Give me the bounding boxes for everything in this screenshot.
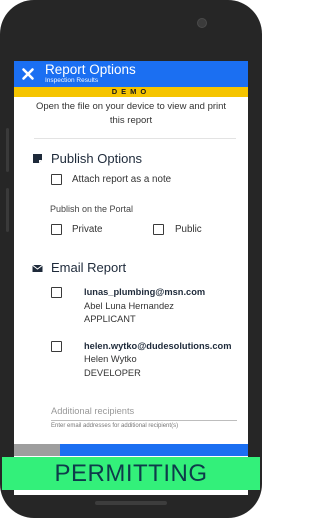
public-checkbox[interactable] — [153, 224, 164, 235]
portal-label: Publish on the Portal — [50, 204, 134, 214]
page-title: Report Options — [45, 62, 136, 77]
email-report-title: Email Report — [51, 260, 127, 275]
recipient-email: helen.wytko@dudesolutions.com — [84, 341, 232, 351]
app-screen: Report Options Inspection Results DEMO O… — [14, 61, 248, 495]
demo-badge: DEMO — [14, 87, 248, 97]
publish-options-title: Publish Options — [51, 151, 143, 166]
attach-note-checkbox[interactable] — [51, 174, 62, 185]
additional-recipients-hint: Enter email addresses for additional rec… — [51, 423, 179, 429]
cancel-button[interactable] — [14, 444, 60, 456]
home-indicator — [95, 501, 167, 505]
attach-note-label: Attach report as a note — [72, 174, 172, 185]
demo-note: Open the file on your device to view and… — [35, 101, 227, 126]
close-icon[interactable] — [20, 66, 36, 82]
note-icon — [33, 154, 42, 163]
side-button — [6, 128, 9, 172]
send-button[interactable] — [60, 444, 248, 456]
recipient-role: APPLICANT — [84, 314, 136, 324]
recipient-email: lunas_plumbing@msn.com — [84, 287, 206, 297]
phone-frame: Report Options Inspection Results DEMO O… — [0, 0, 262, 518]
recipient-name: Abel Luna Hernandez — [84, 301, 174, 311]
camera-icon — [197, 18, 207, 28]
page-subtitle: Inspection Results — [45, 77, 99, 84]
recipient-role: DEVELOPER — [84, 368, 141, 378]
recipient-checkbox[interactable] — [51, 341, 62, 352]
recipient-checkbox[interactable] — [51, 287, 62, 298]
additional-recipients-underline — [51, 420, 237, 421]
permitting-banner: PERMITTING — [2, 457, 260, 490]
private-label: Private — [72, 224, 103, 235]
recipient-name: Helen Wytko — [84, 354, 137, 364]
side-button — [6, 188, 9, 232]
top-bezel — [0, 0, 262, 61]
envelope-icon — [32, 264, 43, 272]
app-header: Report Options Inspection Results — [14, 61, 248, 87]
private-checkbox[interactable] — [51, 224, 62, 235]
divider — [34, 138, 236, 139]
public-label: Public — [175, 224, 202, 235]
additional-recipients-input[interactable]: Additional recipients — [51, 406, 134, 416]
